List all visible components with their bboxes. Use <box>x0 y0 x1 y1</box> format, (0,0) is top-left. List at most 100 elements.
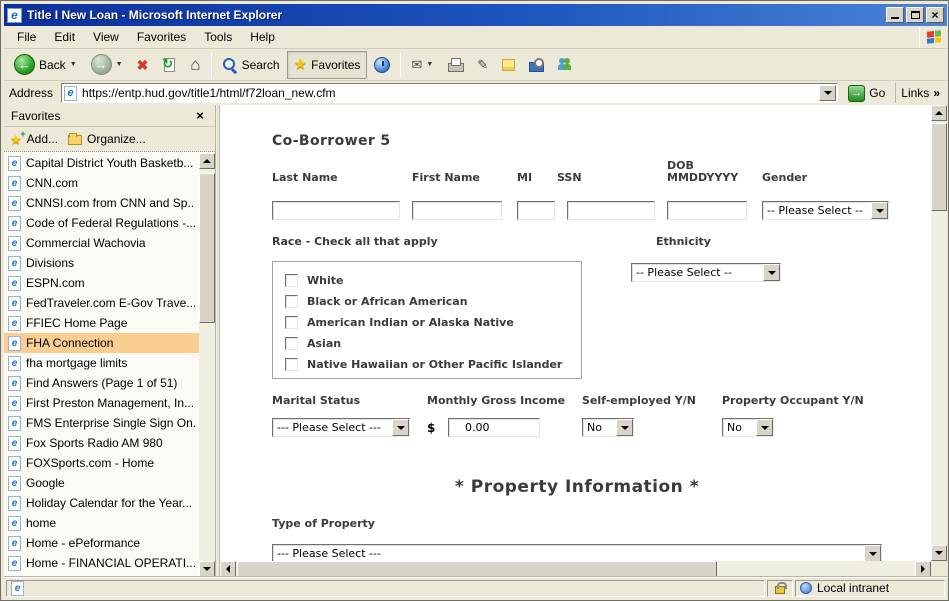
favorites-item[interactable]: e FMS Enterprise Single Sign On... <box>4 413 199 433</box>
status-bar: e Local intranet <box>4 577 947 598</box>
page-vertical-scrollbar[interactable] <box>931 105 947 561</box>
scroll-left-button[interactable] <box>220 561 236 577</box>
menu-item[interactable]: View <box>84 27 128 48</box>
marital-status-select[interactable]: --- Please Select --- <box>272 418 410 437</box>
favorites-close-button[interactable]: × <box>192 109 208 123</box>
maximize-button[interactable] <box>906 7 924 23</box>
favorites-item[interactable]: e FFIEC Home Page <box>4 313 199 333</box>
race-checkbox[interactable] <box>285 295 298 308</box>
search-button[interactable]: Search <box>215 51 287 79</box>
zone-label: Local intranet <box>817 581 889 595</box>
menu-item[interactable]: Favorites <box>128 27 195 48</box>
favicon-icon: e <box>8 216 21 231</box>
research-button[interactable] <box>522 51 551 79</box>
race-option-row: Asian <box>285 333 581 354</box>
favorites-item[interactable]: e Commercial Wachovia <box>4 233 199 253</box>
edit-button[interactable]: ✎ <box>470 51 495 79</box>
race-checkbox[interactable] <box>285 358 298 371</box>
home-button[interactable]: ⌂ <box>183 51 207 79</box>
go-button[interactable]: → Go <box>843 82 890 104</box>
favorites-item[interactable]: e Code of Federal Regulations -... <box>4 213 199 233</box>
favorites-item[interactable]: e Home - FINANCIAL OPERATI... <box>4 553 199 573</box>
print-button[interactable] <box>440 51 470 79</box>
triangle-right-icon <box>921 565 925 573</box>
favorites-item[interactable]: e Fox Sports Radio AM 980 <box>4 433 199 453</box>
ethnicity-select[interactable]: -- Please Select -- <box>631 263 781 282</box>
select-arrow-button[interactable] <box>392 419 409 436</box>
mail-dropdown-icon[interactable]: ▼ <box>426 61 433 68</box>
close-button[interactable]: × <box>926 7 944 23</box>
favorites-item[interactable]: e Home - ePeformance <box>4 533 199 553</box>
forward-button[interactable]: → ▼ <box>84 51 130 79</box>
favorites-item-label: Code of Federal Regulations -... <box>26 216 195 230</box>
select-arrow-button[interactable] <box>616 419 633 436</box>
scroll-down-button[interactable] <box>199 561 215 577</box>
last-name-label: Last Name <box>272 172 338 184</box>
triangle-down-icon <box>768 271 776 275</box>
type-of-property-select[interactable]: --- Please Select --- <box>272 544 882 561</box>
minimize-button[interactable] <box>886 7 904 23</box>
favorites-item[interactable]: e First Preston Management, In... <box>4 393 199 413</box>
favorites-item-label: FHA Connection <box>26 336 113 350</box>
favorites-scrollbar[interactable] <box>199 153 215 577</box>
race-checkbox[interactable] <box>285 274 298 287</box>
address-dropdown-button[interactable] <box>819 85 836 101</box>
favorites-item[interactable]: e CNN.com <box>4 173 199 193</box>
scrollbar-thumb[interactable] <box>237 561 717 577</box>
forward-dropdown-icon[interactable]: ▼ <box>116 61 123 68</box>
scroll-down-button[interactable] <box>931 545 947 561</box>
scrollbar-thumb[interactable] <box>931 123 947 211</box>
favorites-item[interactable]: e CNNSI.com from CNN and Sp... <box>4 193 199 213</box>
favorites-item[interactable]: e Holiday Calendar for the Year... <box>4 493 199 513</box>
scroll-up-button[interactable] <box>199 153 215 169</box>
refresh-button[interactable]: ↻ <box>155 51 183 79</box>
favorites-item[interactable]: e fha mortgage limits <box>4 353 199 373</box>
race-checkbox[interactable] <box>285 316 298 329</box>
menu-item[interactable]: Help <box>241 27 284 48</box>
add-favorite-button[interactable]: ★ Add... <box>10 132 58 146</box>
ssn-input[interactable] <box>567 201 655 220</box>
links-toolbar[interactable]: Links » <box>895 83 945 103</box>
gender-select[interactable]: -- Please Select -- <box>762 201 889 220</box>
last-name-input[interactable] <box>272 201 400 220</box>
monthly-income-input[interactable] <box>448 418 540 437</box>
favorites-star-icon: ★ <box>294 57 307 72</box>
favorites-item[interactable]: e home <box>4 513 199 533</box>
scroll-up-button[interactable] <box>931 105 947 121</box>
toolbar-separator <box>211 53 212 77</box>
menu-item[interactable]: Tools <box>195 27 241 48</box>
dob-input[interactable] <box>667 201 747 220</box>
favorites-item[interactable]: e Capital District Youth Basketb... <box>4 153 199 173</box>
self-employed-select[interactable]: No <box>582 418 634 437</box>
history-button[interactable] <box>367 51 397 79</box>
organize-favorites-button[interactable]: Organize... <box>68 132 146 146</box>
favorites-item[interactable]: e Find Answers (Page 1 of 51) <box>4 373 199 393</box>
back-dropdown-icon[interactable]: ▼ <box>70 61 77 68</box>
select-arrow-button[interactable] <box>864 545 881 561</box>
mi-input[interactable] <box>517 201 555 220</box>
page-horizontal-scrollbar[interactable] <box>220 561 931 577</box>
stop-button[interactable]: ✖ <box>130 51 156 79</box>
mail-button[interactable]: ✉ ▼ <box>404 51 440 79</box>
discuss-button[interactable] <box>495 51 522 79</box>
favorites-item[interactable]: e FedTraveler.com E-Gov Trave... <box>4 293 199 313</box>
favorites-item[interactable]: e FOXSports.com - Home <box>4 453 199 473</box>
messenger-button[interactable] <box>551 51 578 79</box>
favorites-item[interactable]: e Divisions <box>4 253 199 273</box>
favorites-item[interactable]: e FHA Connection <box>4 333 199 353</box>
select-arrow-button[interactable] <box>871 202 888 219</box>
favorites-item[interactable]: e ESPN.com <box>4 273 199 293</box>
first-name-input[interactable] <box>412 201 502 220</box>
menu-item[interactable]: File <box>8 27 45 48</box>
menu-item[interactable]: Edit <box>45 27 84 48</box>
scrollbar-thumb[interactable] <box>199 173 215 323</box>
back-button[interactable]: ← Back ▼ <box>7 51 84 79</box>
property-occupant-select[interactable]: No <box>722 418 774 437</box>
scroll-right-button[interactable] <box>915 561 931 577</box>
select-arrow-button[interactable] <box>763 264 780 281</box>
favorites-item[interactable]: e Google <box>4 473 199 493</box>
address-input[interactable]: e https://entp.hud.gov/title1/html/f72lo… <box>61 83 838 103</box>
race-checkbox[interactable] <box>285 337 298 350</box>
favorites-button[interactable]: ★ Favorites <box>287 51 368 79</box>
select-arrow-button[interactable] <box>756 419 773 436</box>
